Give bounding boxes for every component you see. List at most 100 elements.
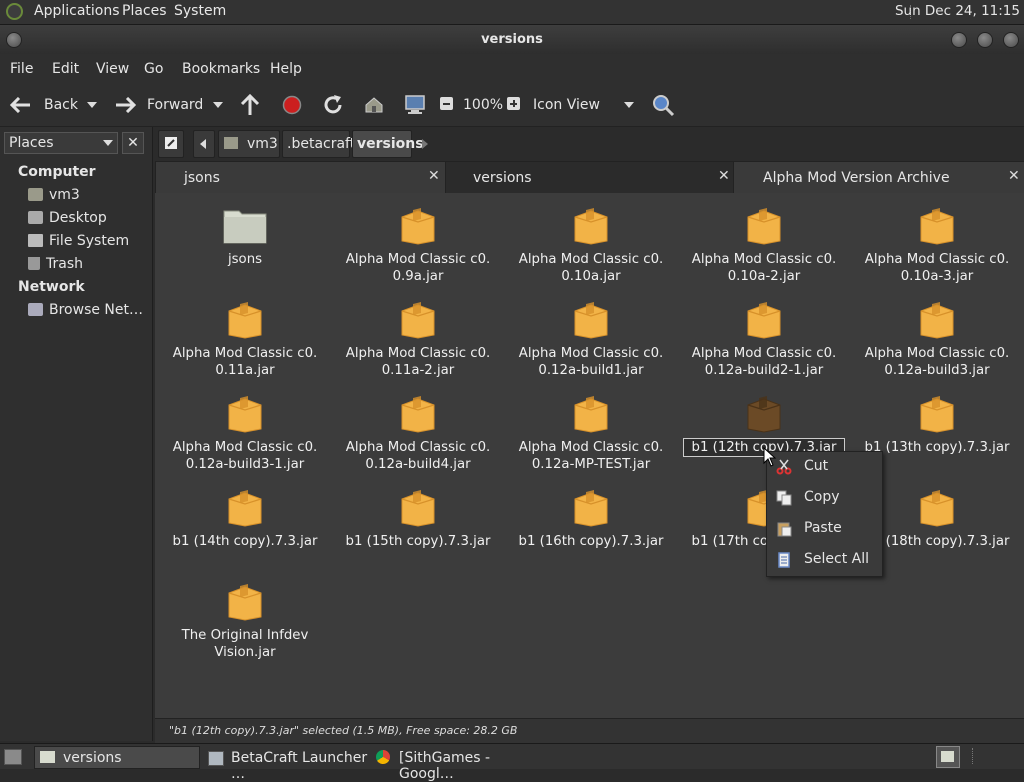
sidebar-item-file-system[interactable]: File System [28,233,129,249]
reload-icon[interactable] [322,94,344,116]
file-name-line: 0.11a.jar [215,363,275,378]
file-item[interactable]: Alpha Mod Classic c0. 0.9a.jar [333,205,503,285]
file-item[interactable]: Alpha Mod Classic c0. 0.12a-build2-1.jar [679,299,849,379]
tab-versions[interactable]: versions ✕ [445,161,735,194]
applications-menu[interactable]: Applications [34,3,120,19]
places-menu[interactable]: Places [122,3,167,19]
file-name-line: 0.12a-build1.jar [538,363,644,378]
sidebar-item-vm3[interactable]: vm3 [28,187,80,203]
close-tab-icon[interactable]: ✕ [428,168,440,184]
taskbar-item-label: versions [63,750,122,766]
zoom-out-button[interactable] [440,97,453,110]
view-mode-value: Icon View [533,97,600,113]
workspace-switcher[interactable] [936,746,960,768]
file-name: b1 (16th copy).7.3.jar [506,533,676,550]
package-icon [401,208,435,245]
file-icon-view[interactable]: jsons Alpha Mod Classic c0. 0.9a.jar Alpha … [155,193,1024,718]
menu-edit[interactable]: Edit [52,61,79,77]
breadcrumb-versions[interactable]: versions [352,130,424,158]
clock[interactable]: Sun Dec 24, 11:15 [895,3,1020,19]
path-scroll-left-button[interactable] [193,130,215,158]
close-tab-icon[interactable]: ✕ [718,168,730,184]
view-mode-select[interactable]: Icon View [528,92,638,118]
context-menu-cut[interactable]: Cut [767,452,882,482]
close-button[interactable] [1003,32,1019,48]
file-item[interactable]: Alpha Mod Classic c0. 0.10a-3.jar [852,205,1022,285]
zoom-level: 100% [463,97,504,113]
file-item[interactable]: Alpha Mod Classic c0. 0.11a.jar [160,299,330,379]
folder-icon [223,210,267,244]
forward-button[interactable]: Forward [112,90,203,120]
system-menu[interactable]: System [174,3,226,19]
close-tab-icon[interactable]: ✕ [1008,168,1020,184]
up-arrow-icon[interactable] [240,94,260,116]
stop-icon[interactable] [282,95,302,115]
context-menu-select-all[interactable]: Select All [767,545,882,575]
file-item[interactable]: b1 (14th copy).7.3.jar [160,487,330,550]
sidebar-item-desktop[interactable]: Desktop [28,210,107,226]
menu-bookmarks[interactable]: Bookmarks [182,61,260,77]
tab-alpha-mod-version-archive[interactable]: Alpha Mod Version Archive ✕ [733,161,1024,194]
file-item[interactable]: b1 (13th copy).7.3.jar [852,393,1022,456]
sidebar-item-label: Trash [46,256,83,272]
file-item[interactable]: b1 (16th copy).7.3.jar [506,487,676,550]
taskbar-item-versions[interactable]: versions [34,746,200,769]
minimize-button[interactable] [951,32,967,48]
sidebar-item-label: vm3 [49,187,80,203]
file-item[interactable]: The Original Infdev Vision.jar [160,581,330,661]
file-item[interactable]: Alpha Mod Classic c0. 0.12a-build3-1.jar [160,393,330,473]
file-item[interactable]: Alpha Mod Classic c0. 0.11a-2.jar [333,299,503,379]
search-icon[interactable] [651,93,675,117]
sidebar-item-trash[interactable]: Trash [28,256,83,272]
package-icon [228,396,262,433]
distro-logo-icon[interactable] [6,3,23,20]
file-name: Alpha Mod Classic c0. 0.12a-build2-1.jar [679,345,849,379]
file-item[interactable]: Alpha Mod Classic c0. 0.12a-build4.jar [333,393,503,473]
file-item[interactable]: b1 (15th copy).7.3.jar [333,487,503,550]
taskbar-item-browser[interactable]: [SithGames - Googl… [374,746,548,782]
computer-icon[interactable] [404,94,426,116]
file-name-line: 0.9a.jar [392,269,444,284]
file-name: The Original Infdev Vision.jar [160,627,330,661]
drive-icon [28,234,43,247]
toggle-location-entry-button[interactable] [158,130,184,158]
file-item[interactable]: Alpha Mod Classic c0. 0.10a.jar [506,205,676,285]
forward-history-dropdown[interactable] [213,102,223,108]
menu-view[interactable]: View [96,61,129,77]
file-item[interactable]: Alpha Mod Classic c0. 0.12a-MP-TEST.jar [506,393,676,473]
package-icon [920,208,954,245]
file-name-line: 0.11a-2.jar [381,363,455,378]
file-name-line: b1 (16th copy).7.3.jar [518,534,664,549]
menu-help[interactable]: Help [270,61,302,77]
mouse-cursor-icon [763,447,777,467]
window-titlebar[interactable]: versions [0,25,1024,54]
maximize-button[interactable] [977,32,993,48]
select-all-icon [778,552,790,568]
tab-jsons[interactable]: jsons ✕ [155,161,447,194]
breadcrumb-label: .betacraft [287,136,356,152]
context-menu-copy[interactable]: Copy [767,483,882,513]
taskbar-item-label: BetaCraft Launcher … [231,750,368,782]
close-sidebar-button[interactable]: ✕ [122,132,144,154]
back-history-dropdown[interactable] [87,102,97,108]
menu-go[interactable]: Go [144,61,163,77]
taskbar-item-betacraft[interactable]: BetaCraft Launcher … [203,746,373,782]
breadcrumb-betacraft[interactable]: .betacraft [282,130,355,158]
context-menu-label: Select All [804,551,869,567]
sidebar-item-browse-network[interactable]: Browse Net… [28,302,143,318]
file-item[interactable]: Alpha Mod Classic c0. 0.12a-build3.jar [852,299,1022,379]
context-menu-paste[interactable]: Paste [767,514,882,544]
menu-file[interactable]: File [10,61,33,77]
show-desktop-icon[interactable] [4,749,22,765]
back-button[interactable]: Back [6,90,78,120]
file-item[interactable]: Alpha Mod Classic c0. 0.12a-build1.jar [506,299,676,379]
breadcrumb-vm3[interactable]: vm3 [218,130,280,158]
sidebar-type-select[interactable]: Places [4,132,118,154]
package-icon [228,302,262,339]
zoom-in-button[interactable] [507,97,520,110]
home-icon[interactable] [364,95,384,115]
file-name-line: Alpha Mod Classic c0. [518,440,664,455]
folder-item[interactable]: jsons [160,205,330,268]
chevron-right-icon[interactable] [422,139,428,149]
file-item[interactable]: Alpha Mod Classic c0. 0.10a-2.jar [679,205,849,285]
